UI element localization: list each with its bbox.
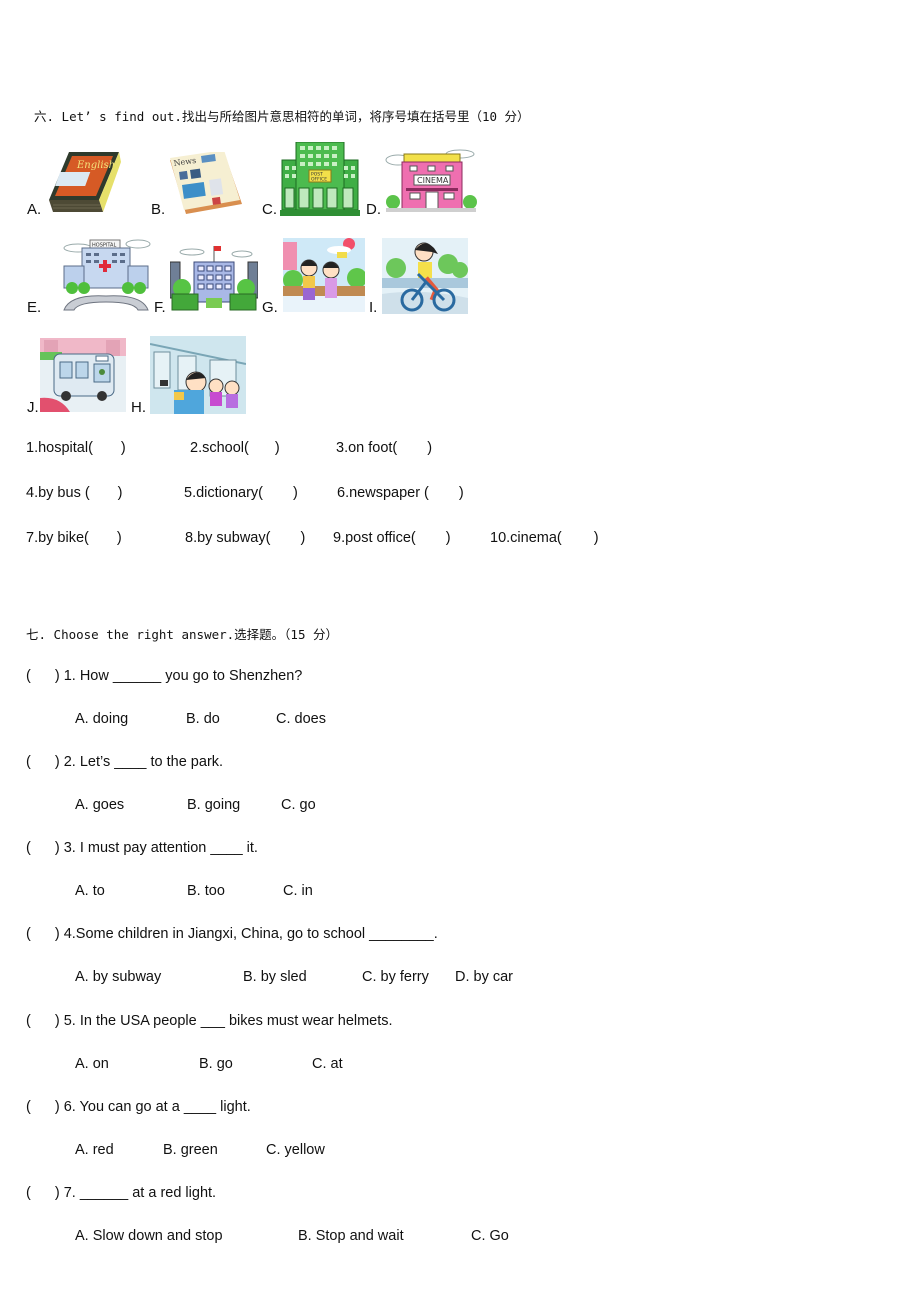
picture-label-c: C. xyxy=(262,201,277,218)
dictionary-book-icon: English xyxy=(45,148,123,216)
question-text: ) 2. Let’s ____ to the park. xyxy=(54,754,224,770)
close-paren: ) xyxy=(120,440,126,456)
match-item-3[interactable]: 3.on foot() xyxy=(336,440,432,456)
match-item-9[interactable]: 9.post office() xyxy=(333,530,451,546)
picture-label-e: E. xyxy=(27,299,42,316)
question-text: ) 3. I must pay attention ____ it. xyxy=(54,840,258,856)
option-4d: D. by car xyxy=(455,969,514,985)
close-paren: ) xyxy=(300,530,306,546)
answer-open-paren: ( xyxy=(26,926,31,942)
newspaper-icon: News xyxy=(168,152,244,214)
option-3c: C. in xyxy=(283,883,313,899)
close-paren: ) xyxy=(274,440,280,456)
match-item-label: 10.cinema( xyxy=(490,530,562,546)
answer-open-paren: ( xyxy=(26,840,31,856)
option-3b: B. too xyxy=(187,883,225,899)
question-text: ) 5. In the USA people ___ bikes must we… xyxy=(54,1013,393,1029)
question-3: ( ) 3. I must pay attention ____ it. xyxy=(26,840,258,856)
svg-text:English: English xyxy=(76,160,115,171)
post-office-building-icon: POST OFFICE xyxy=(280,142,360,216)
option-6c: C. yellow xyxy=(266,1142,325,1158)
picture-label-i: I. xyxy=(369,299,378,316)
picture-label-g: G. xyxy=(262,299,278,316)
question-6: ( ) 6. You can go at a ____ light. xyxy=(26,1099,251,1115)
picture-label-f: F. xyxy=(154,299,166,316)
section-6-title: 六. Let’ s find out.找出与所给图片意思相符的单词，将序号填在括… xyxy=(34,109,530,124)
match-item-label: 7.by bike( xyxy=(26,530,89,546)
option-4a: A. by subway xyxy=(75,969,162,985)
question-1: ( ) 1. How ______ you go to Shenzhen? xyxy=(26,668,302,684)
close-paren: ) xyxy=(292,485,298,501)
match-item-label: 2.school( xyxy=(190,440,249,456)
question-2: ( ) 2. Let’s ____ to the park. xyxy=(26,754,223,770)
answer-open-paren: ( xyxy=(26,754,31,770)
option-6b: B. green xyxy=(163,1142,218,1158)
picture-label-b: B. xyxy=(151,201,166,218)
subway-train-icon xyxy=(150,336,246,414)
match-item-label: 9.post office( xyxy=(333,530,416,546)
option-6a: A. red xyxy=(75,1142,114,1158)
match-item-6[interactable]: 6.newspaper () xyxy=(337,485,464,501)
match-item-8[interactable]: 8.by subway() xyxy=(185,530,305,546)
svg-text:OFFICE: OFFICE xyxy=(311,177,327,183)
close-paren: ) xyxy=(445,530,451,546)
school-building-icon xyxy=(170,244,258,312)
option-2c: C. go xyxy=(281,797,316,813)
option-7b: B. Stop and wait xyxy=(298,1228,404,1244)
match-item-label: 8.by subway( xyxy=(185,530,271,546)
option-2a: A. goes xyxy=(75,797,125,813)
picture-label-d: D. xyxy=(366,201,381,218)
question-text: ) 4.Some children in Jiangxi, China, go … xyxy=(54,926,438,942)
option-7c: C. Go xyxy=(471,1228,509,1244)
close-paren: ) xyxy=(427,440,433,456)
question-text: ) 1. How ______ you go to Shenzhen? xyxy=(54,668,303,684)
option-5b: B. go xyxy=(199,1056,233,1072)
answer-open-paren: ( xyxy=(26,1099,31,1115)
close-paren: ) xyxy=(458,485,464,501)
girl-riding-bike-icon xyxy=(382,238,468,314)
question-4: ( ) 4.Some children in Jiangxi, China, go… xyxy=(26,926,438,942)
option-5c: C. at xyxy=(312,1056,343,1072)
picture-label-a: A. xyxy=(27,201,42,218)
match-item-2[interactable]: 2.school() xyxy=(190,440,280,456)
answer-open-paren: ( xyxy=(26,668,31,684)
question-5: ( ) 5. In the USA people ___ bikes must w… xyxy=(26,1013,393,1029)
option-4c: C. by ferry xyxy=(362,969,429,985)
question-7: ( ) 7. ______ at a red light. xyxy=(26,1185,216,1201)
option-1a: A. doing xyxy=(75,711,129,727)
option-7a: A. Slow down and stop xyxy=(75,1228,223,1244)
match-item-label: 4.by bus ( xyxy=(26,485,90,501)
cinema-building-icon: CINEMA xyxy=(384,148,478,214)
option-4b: B. by sled xyxy=(243,969,307,985)
match-item-4[interactable]: 4.by bus () xyxy=(26,485,123,501)
match-item-10[interactable]: 10.cinema() xyxy=(490,530,599,546)
answer-open-paren: ( xyxy=(26,1185,31,1201)
option-3a: A. to xyxy=(75,883,105,899)
match-item-label: 6.newspaper ( xyxy=(337,485,429,501)
picture-label-j: J. xyxy=(27,399,39,416)
match-item-label: 1.hospital( xyxy=(26,440,93,456)
option-5a: A. on xyxy=(75,1056,109,1072)
match-item-7[interactable]: 7.by bike() xyxy=(26,530,122,546)
match-item-label: 3.on foot( xyxy=(336,440,398,456)
option-1c: C. does xyxy=(276,711,326,727)
close-paren: ) xyxy=(116,530,122,546)
match-item-1[interactable]: 1.hospital() xyxy=(26,440,126,456)
children-walking-icon xyxy=(283,238,365,312)
bus-icon xyxy=(40,338,126,412)
option-1b: B. do xyxy=(186,711,220,727)
close-paren: ) xyxy=(117,485,123,501)
picture-label-h: H. xyxy=(131,399,146,416)
match-item-5[interactable]: 5.dictionary() xyxy=(184,485,298,501)
section-7-title: 七. Choose the right answer.选择题。（15 分） xyxy=(26,627,338,642)
question-text: ) 7. ______ at a red light. xyxy=(54,1185,217,1201)
question-text: ) 6. You can go at a ____ light. xyxy=(54,1099,251,1115)
answer-open-paren: ( xyxy=(26,1013,31,1029)
hospital-building-icon: HOSPITAL xyxy=(58,238,154,312)
match-item-label: 5.dictionary( xyxy=(184,485,263,501)
option-2b: B. going xyxy=(187,797,241,813)
close-paren: ) xyxy=(593,530,599,546)
svg-text:CINEMA: CINEMA xyxy=(417,176,449,185)
